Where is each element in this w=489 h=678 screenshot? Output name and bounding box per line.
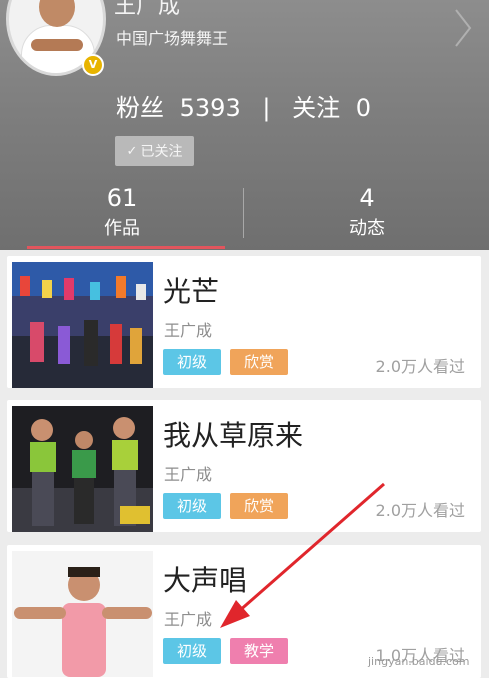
video-card[interactable]: 我从草原来 王广成 初级 欣赏 2.0万人看过 (7, 400, 481, 532)
active-tab-indicator (27, 246, 225, 249)
tab-activity-label: 动态 (349, 218, 385, 239)
tab-works[interactable]: 61 作品 (0, 180, 244, 250)
profile-tabs: 61 作品 4 动态 (0, 180, 489, 250)
tag-category: 欣赏 (230, 349, 288, 375)
tab-works-label: 作品 (104, 218, 140, 239)
fans-count: 5393 (179, 94, 241, 122)
view-count: 2.0万人看过 (375, 501, 465, 520)
tab-divider (243, 188, 244, 238)
tab-works-count: 61 (106, 184, 138, 212)
check-icon: ✓ (126, 143, 138, 159)
following-count: 0 (355, 94, 372, 122)
vip-badge-icon: V (82, 54, 104, 76)
tag-category: 欣赏 (230, 493, 288, 519)
profile-stats: 粉丝 5393 | 关注 0 (116, 88, 371, 123)
video-author: 王广成 (164, 465, 213, 484)
video-card[interactable]: 光芒 王广成 初级 欣赏 2.0万人看过 (7, 256, 481, 388)
tag-level: 初级 (163, 349, 221, 375)
tab-activity[interactable]: 4 动态 (245, 180, 489, 250)
profile-name: 王广成 (114, 0, 181, 19)
chevron-right-icon[interactable] (452, 6, 474, 50)
profile-subtitle: 中国广场舞舞王 (116, 29, 229, 48)
followed-button[interactable]: ✓ 已关注 (115, 136, 194, 166)
profile-header: V 王广成 中国广场舞舞王 粉丝 5393 | 关注 0 ✓ 已关注 61 作品… (0, 0, 489, 250)
video-title: 我从草原来 (163, 419, 304, 452)
video-thumbnail[interactable] (12, 262, 153, 388)
tab-activity-count: 4 (359, 184, 375, 212)
view-count: 2.0万人看过 (375, 357, 465, 376)
tag-level: 初级 (163, 638, 221, 664)
avatar-face (39, 0, 75, 27)
watermark: jingyan.baidu.com (368, 655, 470, 668)
stats-separator: | (262, 94, 271, 122)
video-author: 王广成 (164, 321, 213, 340)
video-thumbnail[interactable] (12, 406, 153, 532)
avatar-arms (31, 39, 83, 51)
tag-category: 教学 (230, 638, 288, 664)
video-title: 大声唱 (163, 564, 248, 597)
video-thumbnail[interactable] (12, 551, 153, 677)
video-author: 王广成 (164, 610, 213, 629)
followed-button-label: 已关注 (140, 144, 183, 160)
tag-level: 初级 (163, 493, 221, 519)
fans-label: 粉丝 (116, 94, 164, 122)
video-title: 光芒 (163, 275, 220, 308)
following-label: 关注 (292, 94, 341, 122)
